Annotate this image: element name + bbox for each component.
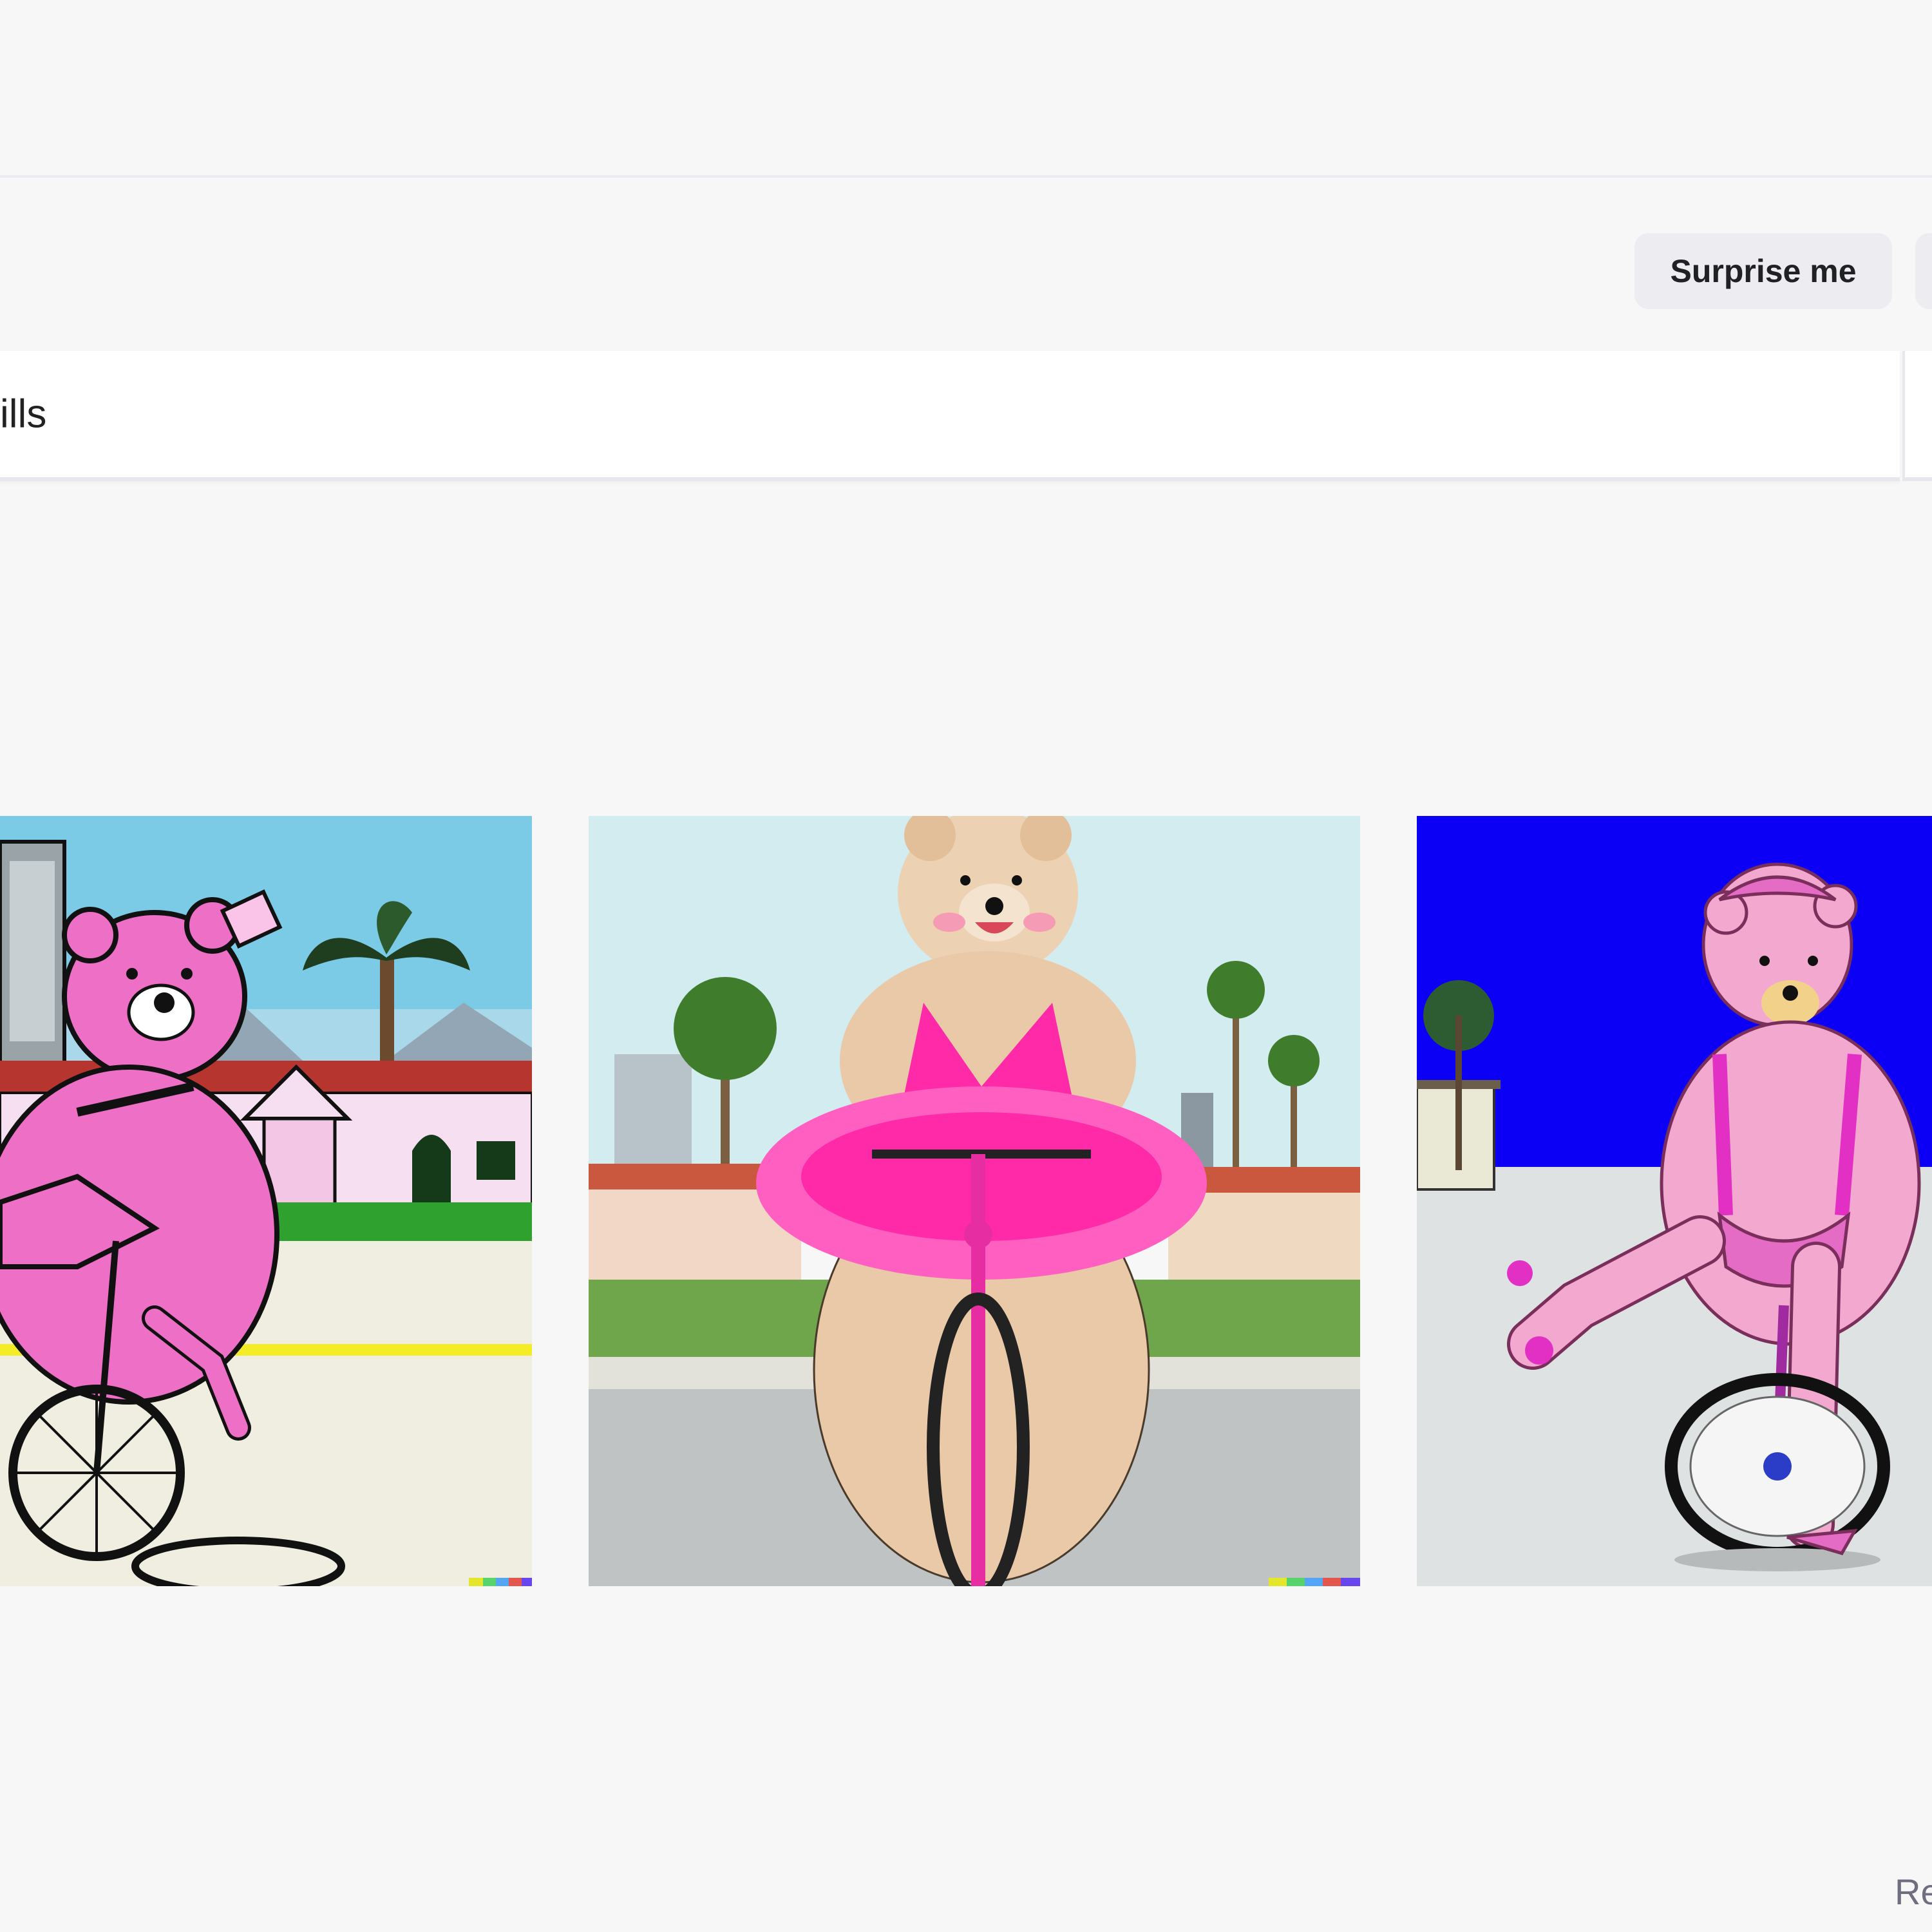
pink-bear-unicycle-illustration-icon [0, 816, 532, 1586]
upload-button-partial[interactable] [1915, 233, 1932, 309]
pink-bear-unicycle-blue-sky-icon [1417, 816, 1932, 1586]
surprise-me-button[interactable]: Surprise me [1634, 233, 1892, 309]
generated-image-3[interactable] [1417, 816, 1932, 1586]
top-header-area [0, 0, 1932, 175]
generated-image-2[interactable] [589, 816, 1360, 1586]
prompt-submit-area[interactable] [1902, 351, 1932, 481]
header-divider [0, 175, 1932, 178]
generated-image-1[interactable] [0, 816, 532, 1586]
prompt-input[interactable]: ills [0, 351, 1900, 481]
prompt-input-value: ills [0, 392, 47, 437]
footer-partial-text: Re [1895, 1871, 1932, 1912]
bear-pink-tutu-bicycle-painting-icon [589, 816, 1360, 1586]
